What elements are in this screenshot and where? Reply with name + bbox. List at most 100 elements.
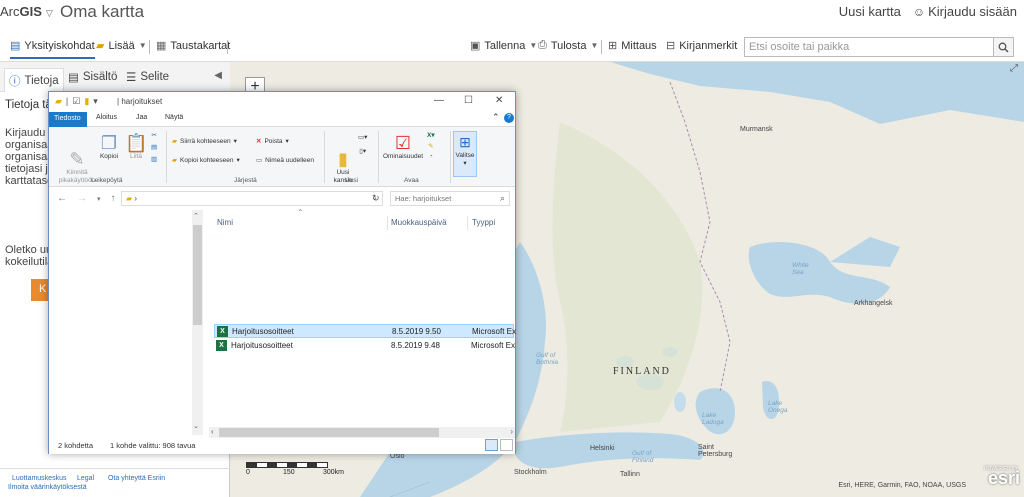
file-date: 8.5.2019 9.50 (392, 327, 441, 336)
user-icon: ☺ (912, 5, 926, 19)
copy-button[interactable]: ❐ Kopioi (96, 133, 122, 161)
navigation-pane[interactable] (49, 210, 205, 437)
copy-to-button[interactable]: ▰ Kopioi kohteeseen ▾ (172, 156, 240, 165)
excel-file-icon: X (217, 326, 228, 337)
add-button[interactable]: ▰ Lisää ▼ (96, 39, 147, 53)
copy-path-icon[interactable]: ▤ (151, 143, 157, 151)
back-icon[interactable]: ← (57, 193, 67, 204)
tab-view[interactable]: Näytä (165, 114, 183, 121)
search-button[interactable] (994, 37, 1014, 57)
new-item-icon[interactable]: ▭▾ (358, 133, 367, 141)
chevron-down-icon: ▾ (463, 160, 467, 167)
minimize-button[interactable]: — (434, 95, 444, 106)
scroll-down-icon[interactable]: ⌄ (193, 422, 199, 430)
tab-share[interactable]: Jaa (136, 114, 147, 121)
water-label: White Sea (792, 262, 809, 276)
save-label: Tallenna (484, 39, 526, 52)
details-button[interactable]: ▤ Yksityiskohdat (10, 39, 95, 59)
file-row[interactable]: X Harjoitusosoitteet 8.5.2019 9.48 Micro… (214, 339, 515, 353)
delete-button[interactable]: ✕ Poista ▾ (256, 137, 289, 146)
tab-about[interactable]: ⓘ Tietoja (4, 68, 64, 92)
file-type: Microsoft Ex (472, 327, 517, 336)
folder-icon: ▰ (126, 194, 133, 203)
paste-button[interactable]: 📋 Liitä (125, 133, 147, 161)
pin-quick-access-button[interactable]: ✎ Kiinnitä pikakäyttöön (57, 133, 97, 193)
rename-icon: ▭ (256, 157, 263, 164)
expand-icon[interactable]: ⤢ (1010, 63, 1018, 74)
tab-legend[interactable]: ☰ Selite (122, 68, 173, 86)
scrollbar-thumb[interactable] (193, 225, 202, 325)
search-icon (998, 42, 1009, 53)
arcgis-menu[interactable]: ArcGIS ▽ (0, 4, 53, 19)
refresh-icon[interactable]: ↻ (372, 193, 380, 204)
copy-icon: ❐ (100, 133, 118, 153)
chevron-down-icon[interactable]: ▾ (93, 96, 98, 107)
up-icon[interactable]: ↑ (111, 193, 116, 204)
new-folder-button[interactable]: ▮ Uusi kansio (329, 133, 357, 193)
scrollbar-thumb[interactable] (219, 428, 439, 437)
forward-icon[interactable]: → (77, 193, 87, 204)
scroll-right-icon[interactable]: › (510, 427, 513, 436)
contact-esri-link[interactable]: Ota yhteyttä Esriin (108, 475, 165, 482)
measure-button[interactable]: ⊞ Mittaus (608, 39, 657, 53)
new-map-link[interactable]: Uusi kartta (839, 4, 901, 19)
properties-button[interactable]: ☑ Ominaisuudet (380, 133, 426, 161)
history-icon[interactable]: ◔ (429, 153, 433, 160)
horizontal-scrollbar[interactable]: ‹ › (209, 427, 515, 438)
column-header-name[interactable]: Nimi (217, 218, 233, 227)
file-date: 8.5.2019 9.48 (391, 341, 440, 350)
nav-scrollbar[interactable]: ⌃ ⌄ (192, 210, 203, 435)
legal-link[interactable]: Legal (77, 475, 94, 482)
trust-center-link[interactable]: Luottamuskeskus (12, 475, 66, 482)
paste-shortcut-icon[interactable]: ▥ (151, 155, 157, 163)
basemap-button[interactable]: ▦ Taustakartat (156, 39, 231, 53)
recent-locations-icon[interactable]: ▾ (97, 195, 101, 204)
column-header-type[interactable]: Tyyppi (472, 218, 495, 227)
basemap-label: Taustakartat (170, 39, 231, 52)
move-to-button[interactable]: ▰ Siirrä kohteeseen ▾ (172, 137, 237, 146)
bookmarks-button[interactable]: ⊟ Kirjanmerkit (666, 39, 738, 53)
scroll-up-icon[interactable]: ⌃ (193, 212, 199, 220)
file-row[interactable]: X Harjoitusosoitteet 8.5.2019 9.50 Micro… (214, 324, 517, 338)
address-search-input[interactable]: Etsi osoite tai paikka (744, 37, 994, 57)
rename-button[interactable]: ▭ Nimeä uudelleen (256, 156, 314, 165)
sign-in-link[interactable]: ☺ Kirjaudu sisään (913, 4, 1017, 19)
details-view-button[interactable] (485, 439, 498, 451)
checkbox-icon[interactable]: ☑ (72, 96, 80, 107)
tab-content[interactable]: ▤ Sisältö (64, 68, 121, 86)
window-title-text: harjoitukset (121, 97, 163, 106)
cut-icon[interactable]: ✂ (151, 131, 156, 139)
edit-icon[interactable]: ✎ (428, 142, 433, 150)
close-button[interactable]: ✕ (495, 95, 503, 106)
group-open-label: Avaa (404, 177, 419, 184)
collapse-icon[interactable]: ◀ (214, 70, 222, 81)
address-bar[interactable]: ▰ › ⌄ (121, 191, 383, 206)
column-header-modified[interactable]: Muokkauspäivä (391, 218, 447, 227)
tab-legend-label: Selite (140, 71, 170, 83)
city-label: Tallinn (620, 471, 640, 478)
print-button[interactable]: ⎙ Tulosta ▼ (538, 39, 598, 52)
report-abuse-link[interactable]: Ilmoita väärinkäytöksestä (8, 484, 87, 491)
folder-icon: ▮ (338, 149, 348, 169)
tab-file[interactable]: Tiedosto (49, 112, 87, 127)
delete-label: Poista (264, 137, 283, 145)
folder-search-input[interactable]: Hae: harjoitukset ⌕ (390, 191, 510, 206)
large-icons-view-button[interactable] (500, 439, 513, 451)
maximize-button[interactable]: ☐ (464, 95, 473, 106)
easy-access-icon[interactable]: ▯▾ (359, 147, 366, 155)
folder-icon[interactable]: ▮ (84, 96, 89, 107)
scale-label: 300km (323, 469, 345, 476)
chevron-up-icon[interactable]: ⌃ (492, 112, 500, 123)
open-small-tools: X▾ ✎ ◔ (427, 131, 435, 160)
esri-logo[interactable]: esri (988, 468, 1020, 489)
scroll-left-icon[interactable]: ‹ (211, 427, 214, 436)
info-icon: ⓘ (9, 75, 21, 88)
group-new-label: Uusi (345, 177, 359, 184)
help-icon[interactable]: ? (504, 113, 514, 123)
tab-home[interactable]: Aloitus (96, 114, 117, 121)
select-button[interactable]: ⊞ Valitse ▾ (453, 131, 477, 177)
new-small-tools: ▭▾ ▯▾ (358, 133, 367, 155)
bookmarks-label: Kirjanmerkit (679, 39, 738, 52)
save-button[interactable]: ▣ Tallenna ▼ (470, 39, 537, 53)
excel-open-icon[interactable]: X▾ (427, 131, 435, 139)
